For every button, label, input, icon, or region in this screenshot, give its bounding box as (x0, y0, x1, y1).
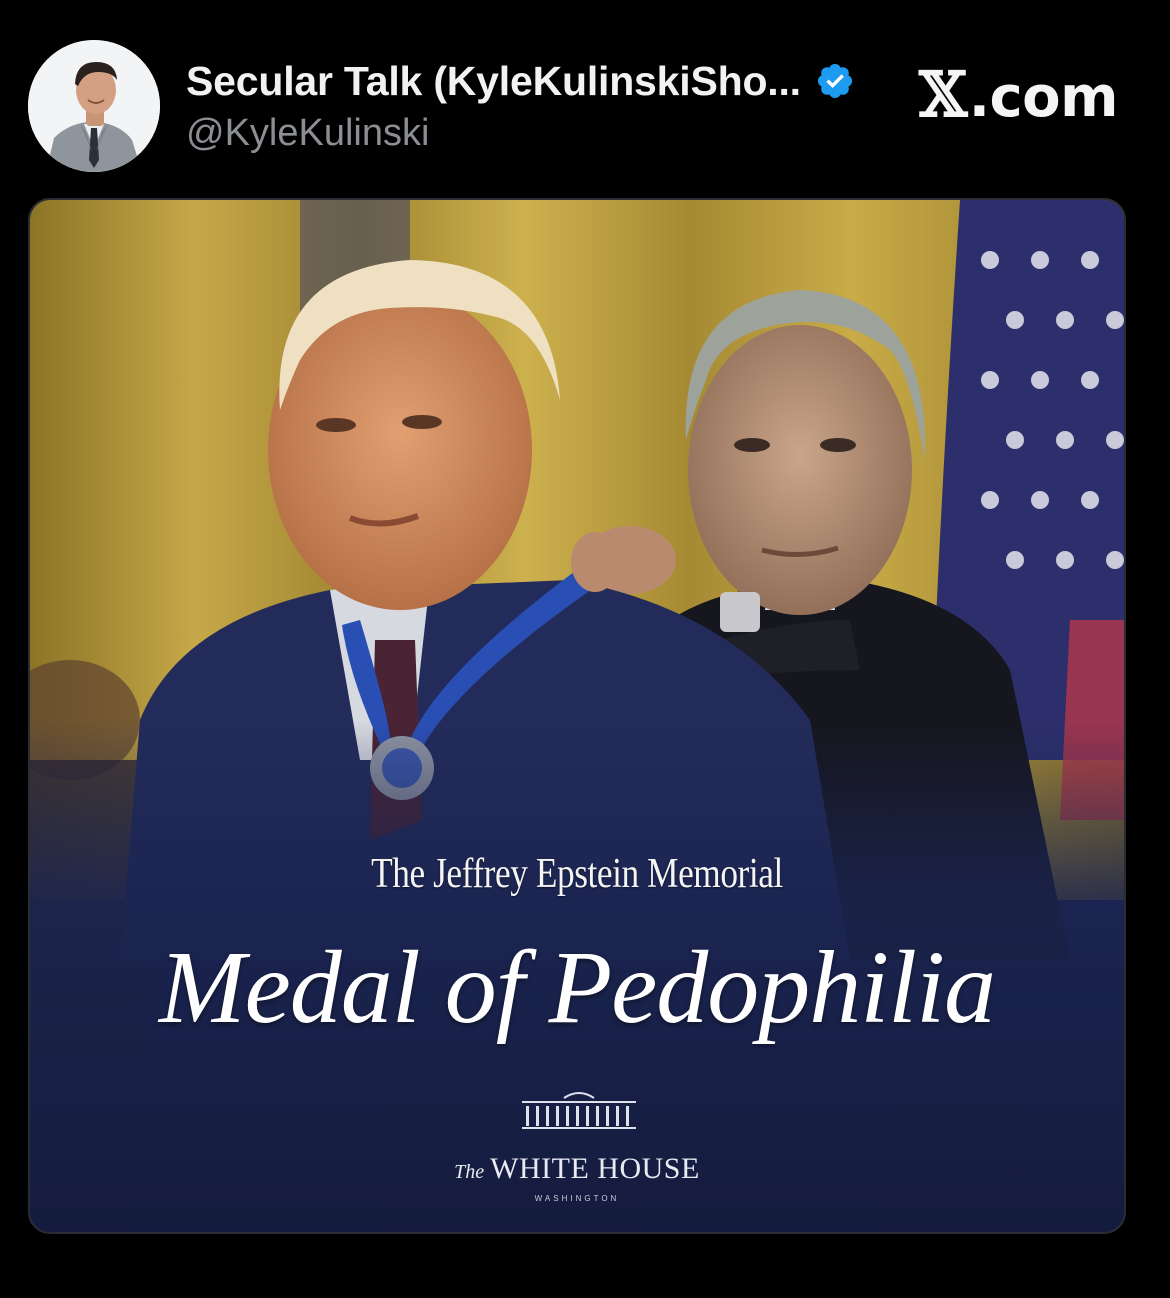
white-house-logo-icon (522, 1092, 636, 1129)
white-house-subtitle: WASHINGTON (534, 1194, 620, 1203)
post-media-image[interactable]: The Jeffrey Epstein Memorial Medal of Pe… (28, 198, 1126, 1234)
avatar[interactable] (28, 40, 160, 172)
display-name-row[interactable]: Secular Talk (KyleKulinskiSho... (186, 54, 855, 108)
site-label: 𝕏.com (919, 58, 1118, 131)
post-header: Secular Talk (KyleKulinskiSho... @KyleKu… (0, 0, 1170, 190)
white-house-the: The (454, 1161, 485, 1183)
caption-subtitle: The Jeffrey Epstein Memorial (371, 851, 783, 897)
display-name[interactable]: Secular Talk (KyleKulinskiSho... (186, 58, 801, 105)
avatar-photo (28, 40, 160, 172)
caption-title: Medal of Pedophilia (159, 930, 996, 1045)
white-house-name: WHITE HOUSE (490, 1152, 700, 1185)
media-photo (30, 200, 1124, 1232)
white-house-wordmark: The WHITE HOUSE (30, 1152, 1124, 1186)
verified-badge-icon (817, 63, 852, 99)
author-handle[interactable]: @KyleKulinski (186, 112, 429, 155)
x-logo-icon: 𝕏 (919, 58, 967, 131)
site-label-text: .com (968, 65, 1119, 130)
